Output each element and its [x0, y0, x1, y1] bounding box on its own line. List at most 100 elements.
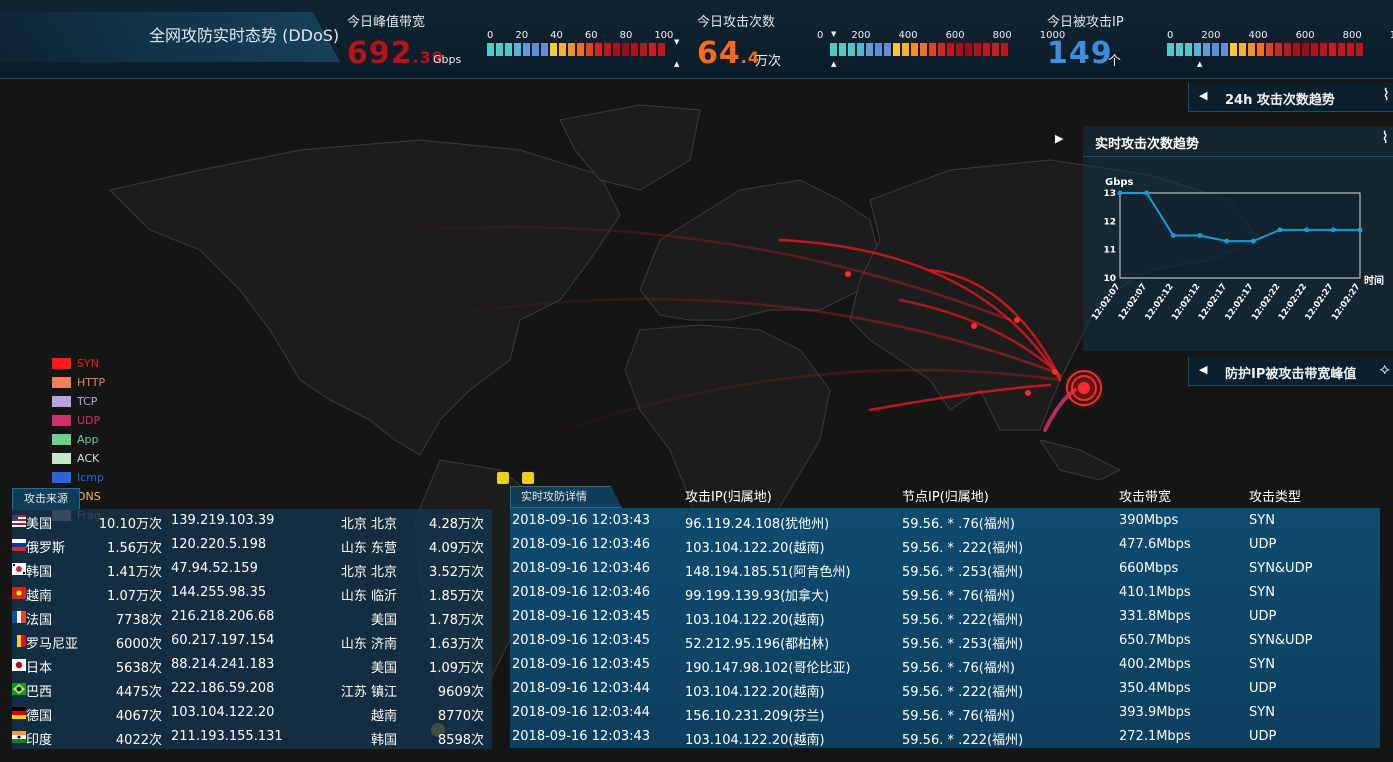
table-row[interactable]: 越南 1.07万次 144.255.98.35 山东 临沂 1.85万次: [12, 581, 492, 605]
scale-segment: [920, 43, 927, 56]
detail-src-ip: 103.104.122.20(越南): [685, 685, 825, 700]
table-row[interactable]: 2018-09-16 12:03:45 103.104.122.20(越南) 59.…: [510, 604, 1380, 628]
scale-segment: [1329, 43, 1336, 56]
table-row[interactable]: 2018-09-16 12:03:45 190.147.98.102(哥伦比亚) 5…: [510, 652, 1380, 676]
flag-icon-vn: [12, 587, 26, 599]
scale-segment: [541, 43, 548, 56]
detail-src-ip: 103.104.122.20(越南): [685, 733, 825, 748]
table-row[interactable]: 印度 4022次 211.193.155.131 韩国 8598次: [12, 725, 492, 749]
src-ip: 144.255.98.35: [171, 585, 267, 600]
table-row[interactable]: 美国 10.10万次 139.219.103.39 北京 北京 4.28万次: [12, 509, 492, 533]
scale-tick: 200: [1201, 30, 1221, 41]
scale-segment: [514, 43, 521, 56]
scale-segment: [1257, 43, 1264, 56]
peak-bandwidth-value: 692.39: [347, 36, 444, 71]
src-ip: 222.186.59.208: [171, 681, 275, 696]
scale-segment: [1338, 43, 1345, 56]
legend-label: TCP: [77, 395, 98, 408]
table-row[interactable]: 2018-09-16 12:03:43 103.104.122.20(越南) 59.…: [510, 724, 1380, 748]
src-target-count: 9609次: [437, 685, 484, 700]
scale-segment: [965, 43, 972, 56]
peak-bandwidth-unit: Gbps: [433, 53, 462, 66]
table-row[interactable]: 法国 7738次 216.218.206.68 美国 1.78万次: [12, 605, 492, 629]
table-row[interactable]: 2018-09-16 12:03:44 156.10.231.209(芬兰) 59.…: [510, 700, 1380, 724]
scale-segment: [1239, 43, 1246, 56]
legend-item[interactable]: TCP: [52, 392, 105, 411]
table-row[interactable]: 2018-09-16 12:03:46 103.104.122.20(越南) 59.…: [510, 532, 1380, 556]
detail-node-ip: 59.56. * .222(福州): [902, 613, 1024, 628]
detail-node-ip: 59.56. * .253(福州): [902, 565, 1024, 580]
scale-segment: [622, 43, 629, 56]
scale-segment: [559, 43, 566, 56]
detail-bandwidth: 393.9Mbps: [1119, 705, 1191, 720]
detail-src-ip: 52.212.95.196(都柏林): [685, 637, 830, 652]
detail-node-ip: 59.56. * .76(福州): [902, 517, 1015, 532]
expand-arrow-icon[interactable]: ▶: [1055, 132, 1063, 145]
scale-marker-icon: ▼: [831, 30, 837, 38]
scale-segment: [974, 43, 981, 56]
detail-type: SYN: [1249, 585, 1275, 600]
attack-source-table: 美国 10.10万次 139.219.103.39 北京 北京 4.28万次 俄罗斯 1.5…: [12, 509, 492, 749]
scale-segment: [595, 43, 602, 56]
detail-src-ip: 156.10.231.209(芬兰): [685, 709, 825, 724]
scale-segment: [1212, 43, 1219, 56]
col-header-src: 攻击IP(归属地): [685, 490, 772, 505]
table-row[interactable]: 韩国 1.41万次 47.94.52.159 北京 北京 3.52万次: [12, 557, 492, 581]
plot-area: [1119, 192, 1361, 279]
legend-label: App: [77, 433, 99, 446]
trend-24h-toggle[interactable]: ◀ 24h 攻击次数趋势 ⌇: [1188, 83, 1393, 112]
scale-segment: [1266, 43, 1273, 56]
detail-time: 2018-09-16 12:03:44: [512, 705, 651, 720]
table-row[interactable]: 2018-09-16 12:03:45 52.212.95.196(都柏林) 59.…: [510, 628, 1380, 652]
detail-src-ip: 99.199.139.93(加拿大): [685, 589, 830, 604]
attack-detail-tab[interactable]: 实时攻防详情: [510, 486, 622, 508]
scale-segment: [568, 43, 575, 56]
continent-islands: [1038, 439, 1122, 481]
legend-item[interactable]: ACK: [52, 449, 105, 468]
attack-count-scale-ticks: 0 200 400 600 800 1000: [817, 30, 1065, 41]
detail-src-ip: 103.104.122.20(越南): [685, 541, 825, 556]
peak-ip-toggle[interactable]: ◀ 防护IP被攻击带宽峰值 ⟡: [1188, 357, 1393, 386]
detail-type: SYN&UDP: [1249, 561, 1313, 576]
pulse-icon: ⌇: [1381, 128, 1389, 147]
table-row[interactable]: 巴西 4475次 222.186.59.208 江苏 镇江 9609次: [12, 677, 492, 701]
attack-point: [845, 271, 851, 277]
scale-segment: [1302, 43, 1309, 56]
legend-label: HTTP: [77, 376, 106, 389]
data-point: [1277, 227, 1283, 233]
scale-segment: [1001, 43, 1008, 56]
attack-count-label: 今日攻击次数: [697, 15, 776, 30]
src-ip: 216.218.206.68: [171, 609, 275, 624]
scale-segment: [577, 43, 584, 56]
table-row[interactable]: 2018-09-16 12:03:43 96.119.24.108(犹他州) 59.…: [510, 508, 1380, 532]
legend-item[interactable]: UDP: [52, 411, 105, 430]
collapse-arrow-icon: ◀: [1199, 363, 1208, 376]
table-row[interactable]: 2018-09-16 12:03:46 99.199.139.93(加拿大) 59.…: [510, 580, 1380, 604]
scale-segment: [1203, 43, 1210, 56]
src-count: 5638次: [115, 661, 162, 676]
table-row[interactable]: 德国 4067次 103.104.122.20 越南 8770次: [12, 701, 492, 725]
src-count: 6000次: [115, 637, 162, 652]
detail-time: 2018-09-16 12:03:46: [512, 585, 651, 600]
src-target-count: 4.28万次: [429, 517, 484, 532]
legend-item[interactable]: SYN: [52, 354, 105, 373]
table-row[interactable]: 2018-09-16 12:03:44 103.104.122.20(越南) 59.…: [510, 676, 1380, 700]
scale-segment: [956, 43, 963, 56]
src-target-count: 1.85万次: [429, 589, 484, 604]
detail-type: UDP: [1249, 537, 1277, 552]
scale-segment: [640, 43, 647, 56]
table-row[interactable]: 2018-09-16 12:03:46 148.194.185.51(阿肯色州) 5…: [510, 556, 1380, 580]
realtime-trend-header[interactable]: ▶ 实时攻击次数趋势 ⌇: [1055, 126, 1393, 157]
detail-time: 2018-09-16 12:03:46: [512, 537, 651, 552]
legend-item[interactable]: HTTP: [52, 373, 105, 392]
scale-segment: [1284, 43, 1291, 56]
flag-icon-jp: [12, 659, 26, 671]
scale-segment: [1176, 43, 1183, 56]
table-row[interactable]: 罗马尼亚 6000次 60.217.197.154 山东 济南 1.63万次: [12, 629, 492, 653]
col-header-node: 节点IP(归属地): [902, 490, 989, 505]
legend-item[interactable]: App: [52, 430, 105, 449]
attack-source-tab[interactable]: 攻击来源: [12, 488, 80, 510]
table-row[interactable]: 俄罗斯 1.56万次 120.220.5.198 山东 东营 4.09万次: [12, 533, 492, 557]
src-target-count: 1.09万次: [429, 661, 484, 676]
table-row[interactable]: 日本 5638次 88.214.241.183 美国 1.09万次: [12, 653, 492, 677]
